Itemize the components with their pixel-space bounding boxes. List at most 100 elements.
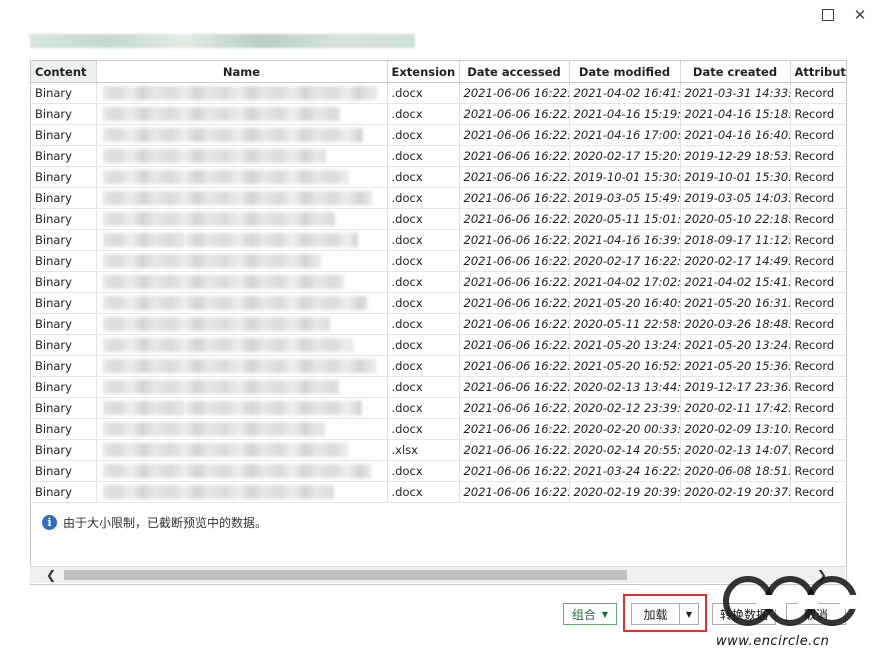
extension-cell: .docx bbox=[387, 355, 460, 377]
content-cell[interactable]: Binary bbox=[31, 292, 97, 314]
attributes-cell[interactable]: Record bbox=[790, 292, 846, 314]
name-cell-blurred bbox=[96, 187, 388, 209]
name-cell-blurred bbox=[96, 82, 388, 104]
attributes-cell[interactable]: Record bbox=[790, 166, 846, 188]
table-row[interactable]: Binary.docx2021-06-06 16:22:392020-02-17… bbox=[31, 250, 846, 272]
date-modified-cell: 2021-05-20 16:40:21 bbox=[569, 292, 681, 314]
name-cell-blurred bbox=[96, 124, 388, 146]
name-cell-blurred bbox=[96, 376, 388, 398]
content-cell[interactable]: Binary bbox=[31, 355, 97, 377]
table-row[interactable]: Binary .docx2021-06-06 16:22:392020-02-20… bbox=[31, 418, 846, 440]
content-cell[interactable]: Binary bbox=[31, 187, 97, 209]
scrollbar-thumb[interactable] bbox=[64, 570, 627, 580]
horizontal-scrollbar[interactable]: ❮ ❯ bbox=[30, 566, 845, 583]
combine-button[interactable]: 组合 ▼ bbox=[563, 603, 617, 625]
content-cell[interactable]: Binary bbox=[31, 229, 97, 251]
date-accessed-cell: 2021-06-06 16:22:39 bbox=[459, 376, 570, 398]
table-row[interactable]: Binary.docx2021-06-06 16:22:392019-03-05… bbox=[31, 187, 846, 209]
date-accessed-cell: 2021-06-06 16:22:39 bbox=[459, 271, 570, 293]
chevron-right-icon[interactable]: ❯ bbox=[813, 567, 831, 583]
extension-cell: .docx bbox=[387, 271, 460, 293]
attributes-cell[interactable]: Record bbox=[790, 397, 846, 419]
content-cell[interactable]: Binary bbox=[31, 397, 97, 419]
attributes-cell[interactable]: Record bbox=[790, 103, 846, 125]
content-cell[interactable]: Binary bbox=[31, 103, 97, 125]
attributes-cell[interactable]: Record bbox=[790, 376, 846, 398]
column-header[interactable]: Attributes bbox=[790, 61, 846, 83]
close-button[interactable]: ✕ bbox=[849, 4, 871, 26]
name-cell-blurred bbox=[96, 103, 388, 125]
attributes-cell[interactable]: Record bbox=[790, 481, 846, 503]
attributes-cell[interactable]: Record bbox=[790, 250, 846, 272]
name-cell-blurred bbox=[96, 250, 388, 272]
table-row[interactable]: Binary.docx2021-06-06 16:22:392021-04-16… bbox=[31, 229, 846, 251]
maximize-button[interactable] bbox=[817, 4, 839, 26]
load-label: 加载 bbox=[643, 607, 668, 622]
extension-cell: .docx bbox=[387, 481, 460, 503]
transform-data-button[interactable]: 转换数据 bbox=[712, 603, 776, 625]
content-cell[interactable]: Binary bbox=[31, 271, 97, 293]
table-row[interactable]: Binary .xlsx2021-06-06 16:22:392020-02-14… bbox=[31, 439, 846, 461]
column-header[interactable]: Extension bbox=[387, 61, 460, 83]
table-row[interactable]: Binary .docx2021-06-06 16:22:392020-05-11… bbox=[31, 313, 846, 335]
load-dropdown-toggle[interactable]: ▼ bbox=[679, 604, 698, 624]
table-row[interactable]: Binary.docx2021-06-06 16:22:392021-05-20… bbox=[31, 292, 846, 314]
content-cell[interactable]: Binary bbox=[31, 145, 97, 167]
caret-down-icon: ▼ bbox=[601, 609, 609, 619]
content-cell[interactable]: Binary bbox=[31, 124, 97, 146]
content-cell[interactable]: Binary bbox=[31, 313, 97, 335]
date-accessed-cell: 2021-06-06 16:22:39 bbox=[459, 418, 570, 440]
table-row[interactable]: Binary.docx2021-06-06 16:22:392021-04-02… bbox=[31, 271, 846, 293]
date-created-cell: 2021-05-20 16:31:03 bbox=[680, 292, 791, 314]
table-row[interactable]: Binary.docx2021-06-06 16:22:392021-04-16… bbox=[31, 103, 846, 125]
content-cell[interactable]: Binary bbox=[31, 334, 97, 356]
table-row[interactable]: Binary.docx2021-06-06 16:22:392021-05-20… bbox=[31, 334, 846, 356]
column-header[interactable]: Content bbox=[31, 61, 97, 83]
date-accessed-cell: 2021-06-06 16:22:39 bbox=[459, 103, 570, 125]
attributes-cell[interactable]: Record bbox=[790, 355, 846, 377]
table-row[interactable]: Binary.docx2021-06-06 16:22:392020-02-19… bbox=[31, 481, 846, 503]
table-row[interactable]: Binary.docx2021-06-06 16:22:392021-04-16… bbox=[31, 124, 846, 146]
attributes-cell[interactable]: Record bbox=[790, 334, 846, 356]
content-cell[interactable]: Binary bbox=[31, 418, 97, 440]
table-row[interactable]: Binary .docx2021-06-06 16:22:392021-03-24… bbox=[31, 460, 846, 482]
table-row[interactable]: Binary.docx2021-06-06 16:22:392021-04-02… bbox=[31, 82, 846, 104]
attributes-cell[interactable]: Record bbox=[790, 187, 846, 209]
table-row[interactable]: Binary.docx2021-06-06 16:22:392020-02-17… bbox=[31, 145, 846, 167]
column-header[interactable]: Date accessed bbox=[459, 61, 570, 83]
content-cell[interactable]: Binary bbox=[31, 166, 97, 188]
chevron-left-icon[interactable]: ❮ bbox=[42, 567, 60, 583]
table-row[interactable]: Binary.docx2021-06-06 16:22:392019-10-01… bbox=[31, 166, 846, 188]
attributes-cell[interactable]: Record bbox=[790, 313, 846, 335]
cancel-button[interactable]: 取消 bbox=[786, 603, 846, 625]
content-cell[interactable]: Binary bbox=[31, 208, 97, 230]
table-row[interactable]: Binary .docx2021-06-06 16:22:392020-05-11… bbox=[31, 208, 846, 230]
date-accessed-cell: 2021-06-06 16:22:39 bbox=[459, 397, 570, 419]
table-row[interactable]: Binary .docx2021-06-06 16:22:392020-02-13… bbox=[31, 376, 846, 398]
attributes-cell[interactable]: Record bbox=[790, 82, 846, 104]
attributes-cell[interactable]: Record bbox=[790, 145, 846, 167]
table-row[interactable]: Binary .docx2021-06-06 16:22:392020-02-12… bbox=[31, 397, 846, 419]
content-cell[interactable]: Binary bbox=[31, 460, 97, 482]
date-accessed-cell: 2021-06-06 16:22:39 bbox=[459, 355, 570, 377]
attributes-cell[interactable]: Record bbox=[790, 460, 846, 482]
load-button[interactable]: 加载 ▼ bbox=[631, 603, 699, 625]
column-header[interactable]: Name bbox=[96, 61, 388, 83]
content-cell[interactable]: Binary bbox=[31, 439, 97, 461]
content-cell[interactable]: Binary bbox=[31, 481, 97, 503]
date-created-cell: 2019-12-17 23:36:57 bbox=[680, 376, 791, 398]
attributes-cell[interactable]: Record bbox=[790, 124, 846, 146]
attributes-cell[interactable]: Record bbox=[790, 208, 846, 230]
content-cell[interactable]: Binary bbox=[31, 376, 97, 398]
table-row[interactable]: Binary.docx2021-06-06 16:22:392021-05-20… bbox=[31, 355, 846, 377]
content-cell[interactable]: Binary bbox=[31, 82, 97, 104]
column-header[interactable]: Date created bbox=[680, 61, 791, 83]
attributes-cell[interactable]: Record bbox=[790, 418, 846, 440]
content-cell[interactable]: Binary bbox=[31, 250, 97, 272]
extension-cell: .docx bbox=[387, 145, 460, 167]
attributes-cell[interactable]: Record bbox=[790, 271, 846, 293]
attributes-cell[interactable]: Record bbox=[790, 229, 846, 251]
attributes-cell[interactable]: Record bbox=[790, 439, 846, 461]
date-modified-cell: 2021-03-24 16:22:34 bbox=[569, 460, 681, 482]
column-header[interactable]: Date modified bbox=[569, 61, 681, 83]
